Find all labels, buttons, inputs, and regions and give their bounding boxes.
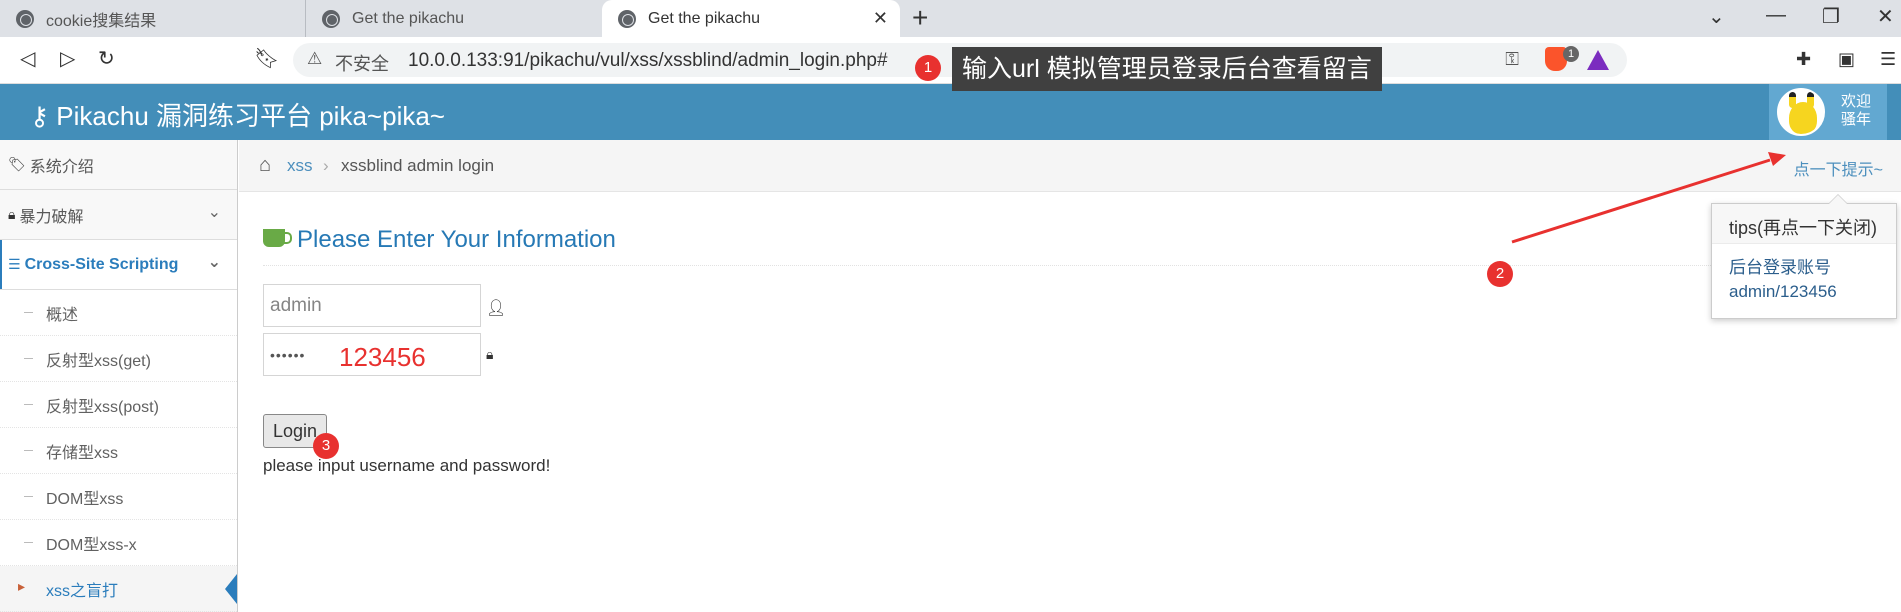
annotation-marker-1: 1: [915, 55, 941, 81]
annotation-marker-2: 2: [1487, 261, 1513, 287]
annotation-note: 输入url 模拟管理员登录后台查看留言: [952, 47, 1382, 91]
annotation-arrow: [1511, 152, 1786, 244]
annotation-marker-3: 3: [313, 433, 339, 459]
